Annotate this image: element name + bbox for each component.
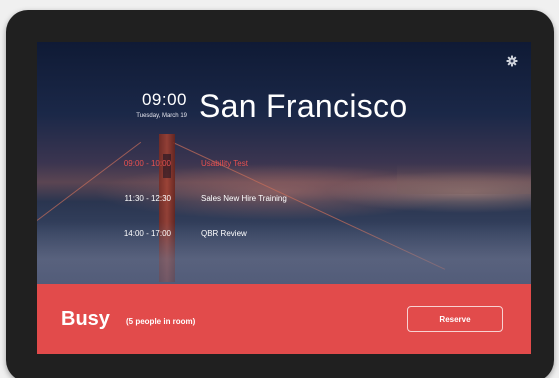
- schedule-item[interactable]: 14:00 - 17:00 QBR Review: [77, 229, 497, 243]
- status-label: Busy: [61, 308, 110, 330]
- schedule-item-time: 14:00 - 17:00: [123, 229, 171, 238]
- current-time: 09:00: [141, 90, 187, 109]
- room-status-bar: Busy (5 people in room) Reserve: [37, 284, 531, 354]
- gear-icon[interactable]: [506, 55, 518, 67]
- reserve-button[interactable]: Reserve: [407, 306, 503, 332]
- occupancy-count: (5 people in room): [126, 317, 196, 326]
- page: 09:00 Tuesday, March 19 San Francisco 09…: [0, 0, 559, 378]
- room-name: San Francisco: [199, 88, 408, 124]
- schedule-item-title: Usability Test: [201, 159, 248, 168]
- schedule-item-time: 09:00 - 10:00: [123, 159, 171, 168]
- schedule-item-title: Sales New Hire Training: [201, 194, 287, 203]
- schedule-item[interactable]: 11:30 - 12:30 Sales New Hire Training: [77, 194, 497, 208]
- schedule-item-current[interactable]: 09:00 - 10:00 Usability Test: [77, 159, 497, 173]
- schedule-item-title: QBR Review: [201, 229, 247, 238]
- current-date: Tuesday, March 19: [136, 113, 187, 119]
- schedule-item-time: 11:30 - 12:30: [124, 194, 171, 203]
- room-display-screen: 09:00 Tuesday, March 19 San Francisco 09…: [37, 42, 531, 354]
